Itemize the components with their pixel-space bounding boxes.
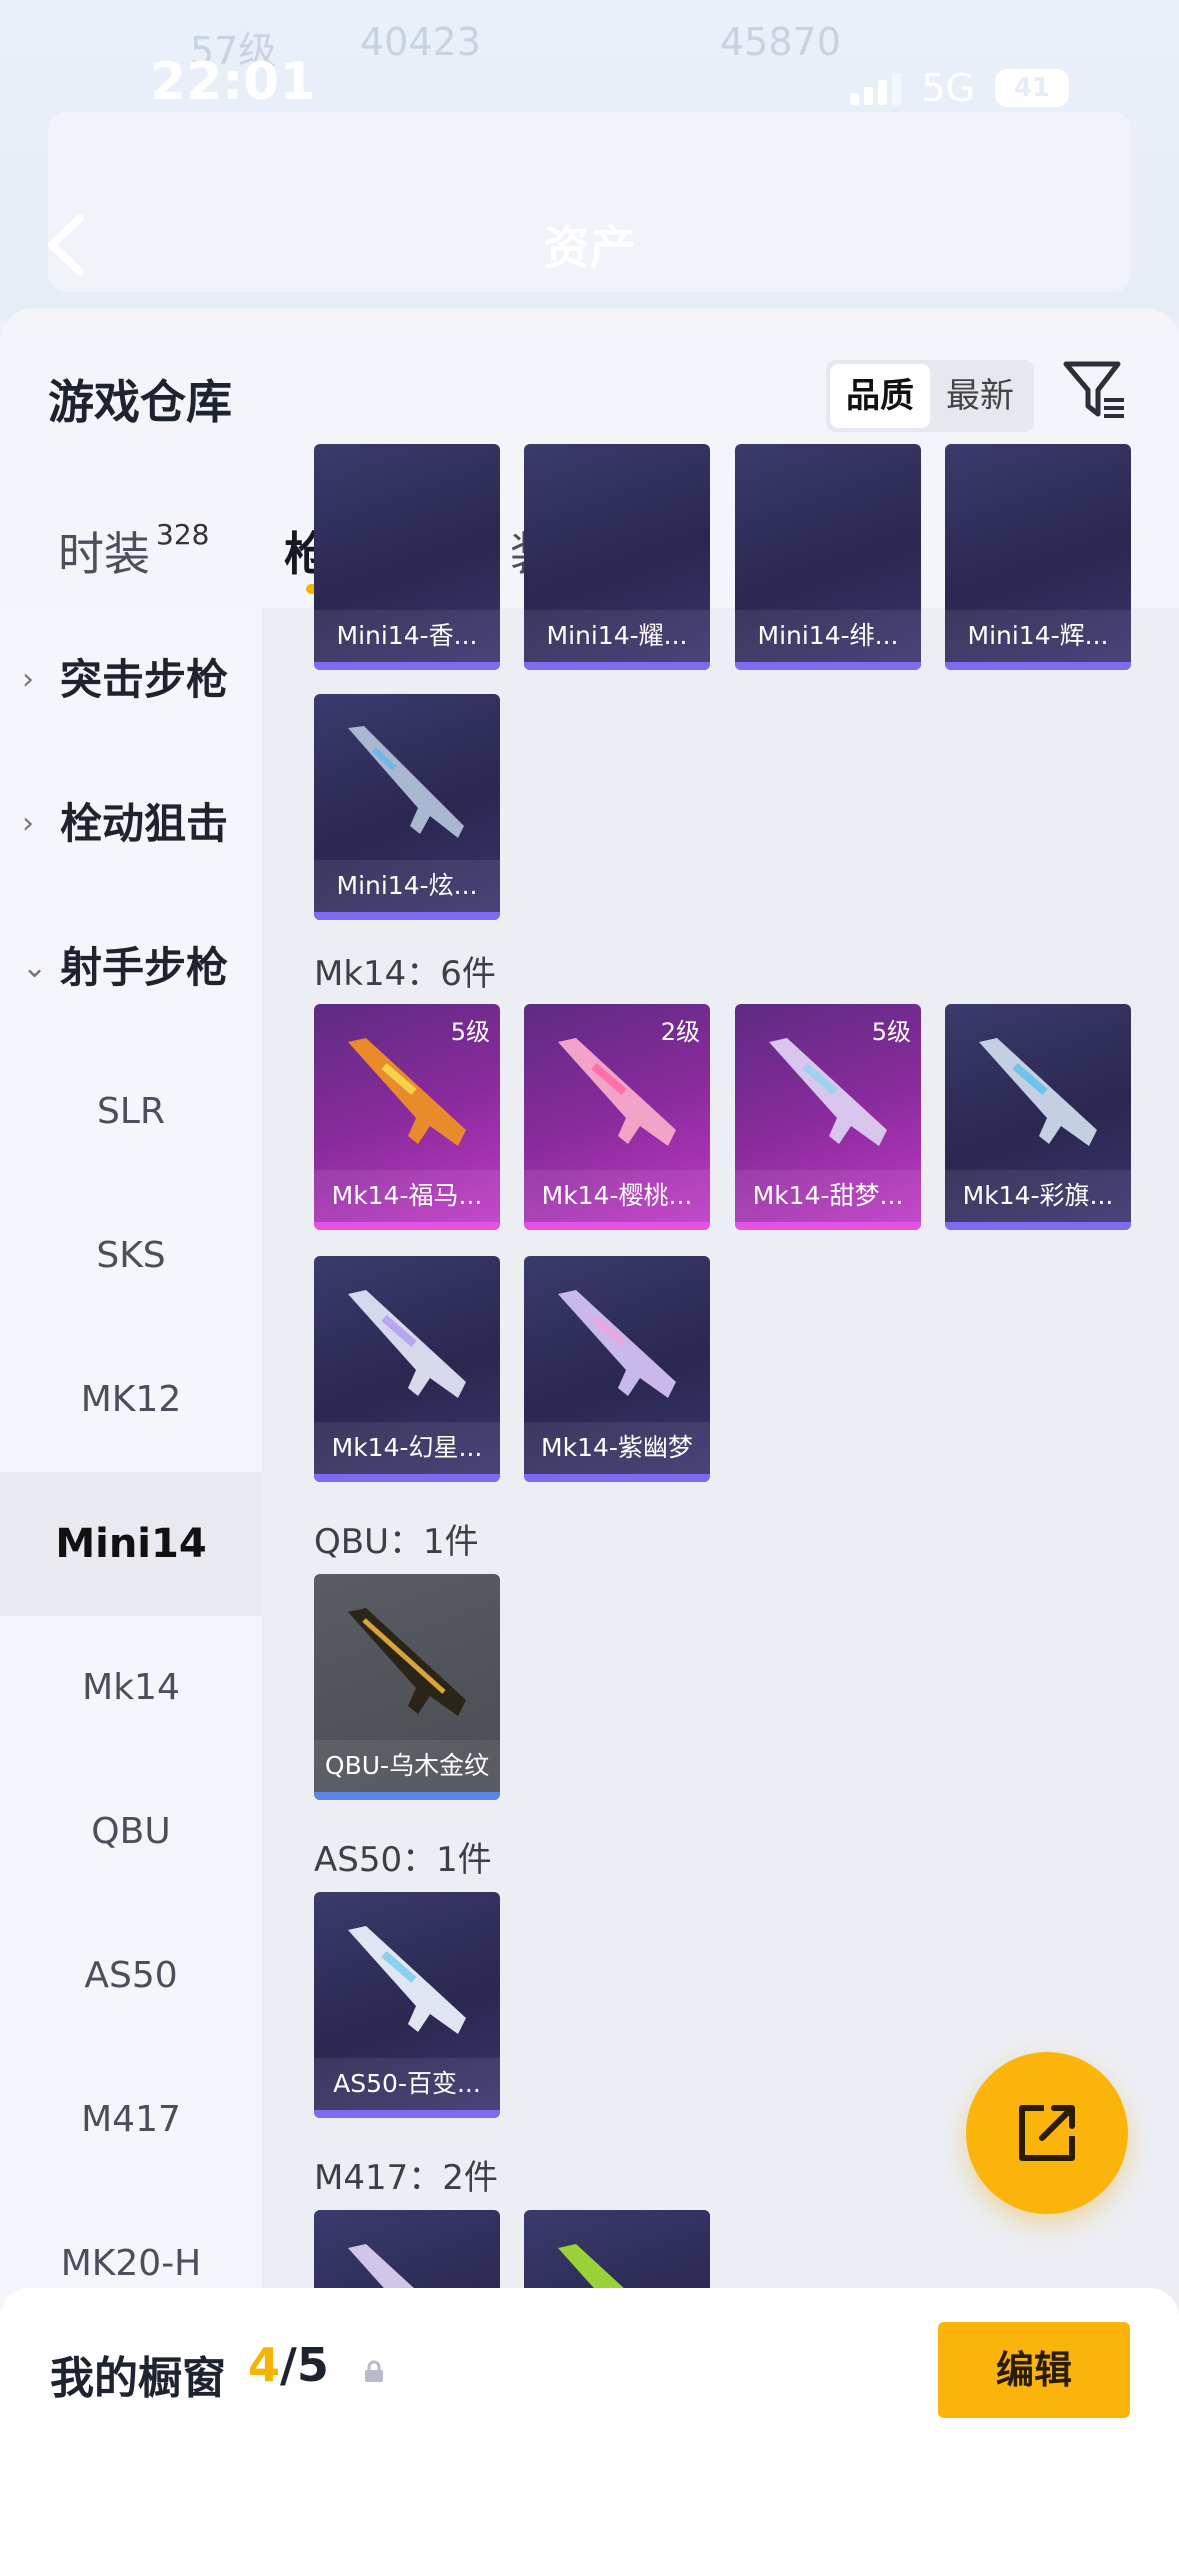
weapon-type-sidebar: › 突击步枪 › 栓动狙击 ⌄ 射手步枪 SLR SKS MK12 Mini14 Mk…	[0, 608, 262, 2408]
card-label: Mini14-耀...	[524, 610, 710, 662]
weapon-card[interactable]: Mini14-耀...	[524, 444, 710, 670]
battery-icon: 41	[995, 69, 1069, 107]
rifle-icon	[348, 1290, 466, 1398]
card-label: Mk14-甜梦...	[735, 1170, 921, 1222]
section-title-m417: M417：2件	[314, 2158, 498, 2198]
sort-quality-button[interactable]: 品质	[830, 364, 930, 428]
rifle-icon	[348, 1038, 466, 1146]
section-title-as50: AS50：1件	[314, 1840, 492, 1880]
showcase-title: 我的橱窗	[50, 2353, 226, 2404]
sidebar-item-m417[interactable]: M417	[0, 2048, 262, 2192]
weapon-card[interactable]: 2级 Mk14-樱桃...	[524, 1004, 710, 1230]
rifle-icon	[348, 726, 464, 838]
sidebar-item-mini14[interactable]: Mini14	[0, 1472, 262, 1616]
weapon-card[interactable]: Mini14-绯...	[735, 444, 921, 670]
weapon-card[interactable]: 5级 Mk14-福马...	[314, 1004, 500, 1230]
rifle-icon	[979, 1038, 1097, 1146]
weapon-card[interactable]: QBU-乌木金纹	[314, 1574, 500, 1800]
card-label: Mk14-幻星...	[314, 1422, 500, 1474]
sidebar-item-mk14[interactable]: Mk14	[0, 1616, 262, 1760]
bg-score-text: 40423	[360, 20, 481, 64]
weapon-card[interactable]: Mini14-香...	[314, 444, 500, 670]
sort-newest-button[interactable]: 最新	[930, 364, 1030, 428]
showcase-bar: 我的橱窗 4/5 编辑	[0, 2288, 1179, 2556]
card-label: QBU-乌木金纹	[314, 1740, 500, 1792]
weapon-card[interactable]: 5级 Mk14-甜梦...	[735, 1004, 921, 1230]
sidebar-item-slr[interactable]: SLR	[0, 1040, 262, 1184]
rifle-icon	[558, 1290, 676, 1398]
lock-icon	[365, 2360, 383, 2382]
card-label: Mini14-炫...	[314, 860, 500, 912]
status-time: 22:01	[150, 52, 316, 112]
showcase-count: 4/5	[248, 2338, 329, 2392]
card-label: AS50-百变...	[314, 2058, 500, 2110]
edit-button[interactable]: 编辑	[938, 2322, 1130, 2418]
share-button[interactable]	[966, 2052, 1128, 2214]
filter-icon[interactable]	[1062, 356, 1128, 422]
page-title: 资产	[543, 221, 636, 275]
card-label: Mini14-香...	[314, 610, 500, 662]
warehouse-sheet: 游戏仓库 品质 最新 时装328 枪械131 装备200 载具1 战备92 ›突…	[0, 308, 1179, 2556]
sort-toggle: 品质 最新	[826, 360, 1034, 432]
card-label: Mk14-彩旗...	[945, 1170, 1131, 1222]
top-header: 57级 40423 45870 22:01 5G 41 资产	[0, 0, 1179, 320]
section-title-qbu: QBU：1件	[314, 1522, 479, 1562]
weapon-card[interactable]: Mini14-辉...	[945, 444, 1131, 670]
weapon-card[interactable]: Mk14-彩旗...	[945, 1004, 1131, 1230]
rifle-icon	[769, 1038, 887, 1146]
chevron-down-icon: ⌄	[22, 950, 48, 985]
warehouse-title: 游戏仓库	[48, 375, 232, 429]
sidebar-group-marksman-rifle[interactable]: ⌄ 射手步枪	[0, 896, 262, 1040]
card-label: Mk14-福马...	[314, 1170, 500, 1222]
status-indicators: 5G 41	[850, 66, 1069, 110]
card-label: Mk14-紫幽梦	[524, 1422, 710, 1474]
tab-fashion[interactable]: 时装 328	[58, 518, 209, 584]
bg-points-text: 45870	[720, 20, 841, 64]
rifle-icon	[348, 1926, 466, 2034]
sidebar-group-bolt-sniper[interactable]: › 栓动狙击	[0, 752, 262, 896]
rifle-icon	[348, 1608, 466, 1716]
weapon-card[interactable]: AS50-百变...	[314, 1892, 500, 2118]
signal-icon	[850, 71, 902, 105]
sidebar-item-qbu[interactable]: QBU	[0, 1760, 262, 1904]
weapon-card[interactable]: Mini14-炫...	[314, 694, 500, 920]
chevron-right-icon: ›	[22, 662, 34, 697]
sidebar-item-mk12[interactable]: MK12	[0, 1328, 262, 1472]
sidebar-group-assault-rifle[interactable]: › 突击步枪	[0, 608, 262, 752]
share-icon	[1019, 2105, 1075, 2161]
rifle-icon	[558, 1038, 676, 1146]
section-title-mk14: Mk14：6件	[314, 954, 496, 994]
weapon-card[interactable]: Mk14-幻星...	[314, 1256, 500, 1482]
network-type: 5G	[921, 66, 975, 110]
card-label: Mini14-绯...	[735, 610, 921, 662]
weapon-card[interactable]: Mk14-紫幽梦	[524, 1256, 710, 1482]
card-label: Mk14-樱桃...	[524, 1170, 710, 1222]
chevron-right-icon: ›	[22, 806, 34, 841]
sidebar-item-sks[interactable]: SKS	[0, 1184, 262, 1328]
card-label: Mini14-辉...	[945, 610, 1131, 662]
sidebar-item-as50[interactable]: AS50	[0, 1904, 262, 2048]
